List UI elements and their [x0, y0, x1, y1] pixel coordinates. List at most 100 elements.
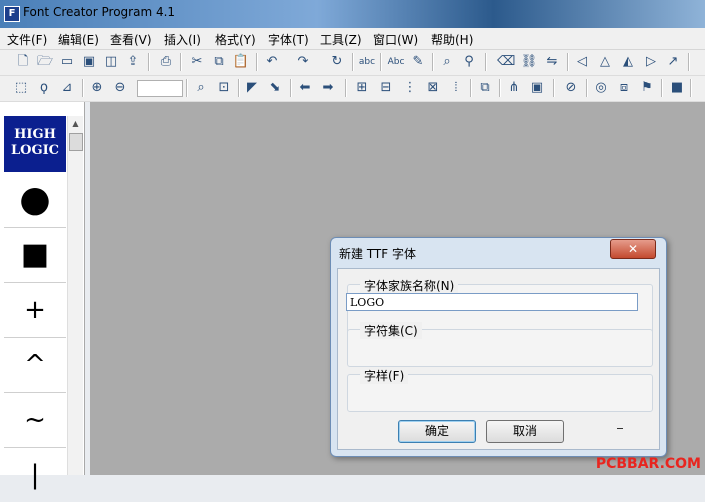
- zoom-input[interactable]: [137, 80, 183, 97]
- glyph-cell[interactable]: ●: [4, 173, 66, 228]
- family-name-label: 字体家族名称(N): [360, 277, 459, 294]
- toolbar-separator: [586, 79, 588, 97]
- glyph-cell[interactable]: ^: [4, 338, 66, 393]
- glyph-cell[interactable]: +: [4, 283, 66, 338]
- menu-window[interactable]: 窗口(W): [373, 31, 418, 48]
- pen-icon[interactable]: ✎: [409, 53, 427, 71]
- right-arrow-icon[interactable]: ➡: [319, 79, 337, 97]
- glyph-cell[interactable]: |: [4, 448, 66, 502]
- flip-icon[interactable]: ◁: [573, 53, 591, 71]
- menu-format[interactable]: 格式(Y): [215, 31, 256, 48]
- pointer-icon[interactable]: ◤: [243, 79, 261, 97]
- save-all-icon[interactable]: ◫: [102, 53, 120, 71]
- resize-grip-icon: [617, 428, 623, 429]
- arrow-icon[interactable]: ↗: [664, 53, 682, 71]
- replace-icon[interactable]: ⚲: [460, 53, 478, 71]
- toolbar-separator: [290, 79, 292, 97]
- logo-text-line1: HIGH: [14, 127, 56, 142]
- menu-view[interactable]: 查看(V): [110, 31, 152, 48]
- triangle-icon[interactable]: △: [596, 53, 614, 71]
- toolbar-separator: [180, 53, 182, 71]
- toolbar-separator: [690, 79, 692, 97]
- link-icon[interactable]: ⛓: [520, 53, 538, 71]
- scroll-thumb[interactable]: [69, 133, 83, 151]
- toolbar-separator: [380, 53, 382, 71]
- export-icon[interactable]: ⇪: [124, 53, 142, 71]
- paste-icon[interactable]: 📋: [232, 53, 250, 71]
- cancel-button[interactable]: 取消: [486, 420, 564, 443]
- toolbar-separator: [470, 79, 472, 97]
- zoom-out-icon[interactable]: ⊖: [111, 79, 129, 97]
- print-icon[interactable]: ⎙: [157, 53, 175, 71]
- toolbar-separator: [661, 79, 663, 97]
- close-button[interactable]: ✕: [610, 239, 656, 259]
- menu-help[interactable]: 帮助(H): [431, 31, 473, 48]
- abc-icon[interactable]: abc: [358, 53, 376, 71]
- glyph-cell-logo[interactable]: HIGH LOGIC: [4, 116, 66, 172]
- copy-icon[interactable]: ⧉: [210, 53, 228, 71]
- stop-icon[interactable]: ■: [668, 79, 686, 97]
- circle-icon[interactable]: ◎: [592, 79, 610, 97]
- window-title: Font Creator Program 4.1: [23, 5, 176, 19]
- select-icon[interactable]: ⬚: [12, 79, 30, 97]
- ok-button[interactable]: 确定: [398, 420, 476, 443]
- box-icon[interactable]: ▣: [528, 79, 546, 97]
- pointer2-icon[interactable]: ⬊: [266, 79, 284, 97]
- toolbar-separator: [553, 79, 555, 97]
- menu-file[interactable]: 文件(F): [7, 31, 47, 48]
- new-icon[interactable]: 🗋: [14, 53, 32, 71]
- node-icon[interactable]: ⧉: [476, 79, 494, 97]
- grid3-icon[interactable]: ⋮: [401, 79, 419, 97]
- unlink-icon[interactable]: ⇋: [543, 53, 561, 71]
- zoom-in-icon[interactable]: ⊕: [88, 79, 106, 97]
- grid-icon[interactable]: ⊞: [353, 79, 371, 97]
- title-bar: F Font Creator Program 4.1: [0, 0, 705, 28]
- toolbar-separator: [186, 79, 188, 97]
- grid2-icon[interactable]: ⊟: [377, 79, 395, 97]
- open-icon[interactable]: 🗁: [36, 53, 54, 71]
- app-icon[interactable]: F: [4, 6, 20, 22]
- glyph-char: |: [30, 460, 40, 490]
- fit-icon[interactable]: ⊡: [215, 79, 233, 97]
- grid4-icon[interactable]: ⊠: [424, 79, 442, 97]
- save-icon[interactable]: ▣: [80, 53, 98, 71]
- family-name-input[interactable]: LOGO: [346, 293, 638, 311]
- glyph-scrollbar[interactable]: ▲: [67, 116, 83, 475]
- undo-icon[interactable]: ↶: [263, 53, 281, 71]
- magnify-icon[interactable]: ⌕: [192, 79, 210, 97]
- flag-icon[interactable]: ⚑: [638, 79, 656, 97]
- scroll-up-icon[interactable]: ▲: [68, 116, 83, 131]
- menu-font[interactable]: 字体(T): [268, 31, 309, 48]
- menu-edit[interactable]: 编辑(E): [58, 31, 99, 48]
- redo-icon[interactable]: ↷: [294, 53, 312, 71]
- lasso-icon[interactable]: ϙ: [35, 79, 53, 97]
- toolbar-separator: [352, 53, 354, 71]
- eraser-icon[interactable]: ⌫: [497, 53, 515, 71]
- watermark: PCBBAR.COM: [595, 456, 701, 472]
- spell-icon[interactable]: Abc: [387, 53, 405, 71]
- glyph-cell[interactable]: ~: [4, 393, 66, 448]
- menu-tools[interactable]: 工具(Z): [320, 31, 362, 48]
- compass-icon[interactable]: ⊘: [562, 79, 580, 97]
- menu-insert[interactable]: 插入(I): [164, 31, 201, 48]
- shapes-icon[interactable]: ⧈: [615, 79, 633, 97]
- dialog-title: 新建 TTF 字体: [339, 247, 416, 261]
- toolbar-edit: ⬚ ϙ ⊿ ⊕ ⊖ ⌕ ⊡ ◤ ⬊ ⬅ ➡ ⊞ ⊟ ⋮ ⊠ ⦙ ⧉ ⋔ ▣ ⊘ …: [0, 76, 705, 102]
- charset-label: 字符集(C): [360, 322, 422, 339]
- glyph-char: +: [24, 295, 46, 325]
- refresh-icon[interactable]: ↻: [328, 53, 346, 71]
- toolbar-separator: [256, 53, 258, 71]
- cut-icon[interactable]: ✂: [188, 53, 206, 71]
- glyph-panel: HIGH LOGIC ● ■ + ^ ~ | ▲: [0, 102, 85, 490]
- left-arrow-icon[interactable]: ⬅: [296, 79, 314, 97]
- toolbar-separator: [82, 79, 84, 97]
- glyph-cell[interactable]: ■: [4, 228, 66, 283]
- measure-icon[interactable]: ⊿: [58, 79, 76, 97]
- search-icon[interactable]: ⌕: [438, 53, 456, 71]
- open-folder-icon[interactable]: ▭: [58, 53, 76, 71]
- triangle2-icon[interactable]: ◭: [619, 53, 637, 71]
- logo-text-line2: LOGIC: [11, 143, 59, 158]
- tree-icon[interactable]: ⋔: [505, 79, 523, 97]
- grid5-icon[interactable]: ⦙: [447, 79, 465, 97]
- triangle3-icon[interactable]: ▷: [642, 53, 660, 71]
